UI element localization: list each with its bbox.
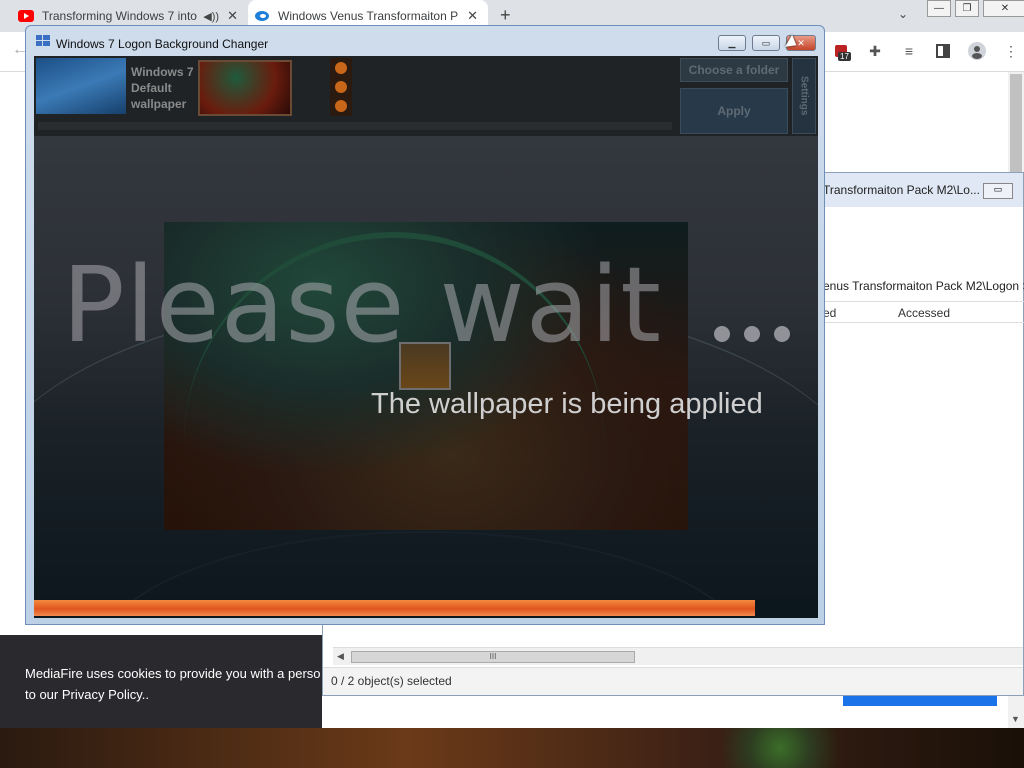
wallpaper-mini-thumbnails[interactable] [330, 58, 352, 116]
window-controls: — ❐ ✕ [927, 0, 1024, 17]
toolbar-icons: 17 ✚ ≡ ⋮ [830, 40, 1022, 62]
scrollbar-thumb[interactable] [1010, 74, 1022, 172]
column-header-accessed[interactable]: Accessed [898, 306, 950, 320]
mediafire-icon [254, 8, 270, 24]
app-client: Windows 7 Default wallpaper Choose a fol… [34, 56, 818, 618]
tab-title: Transforming Windows 7 into [42, 9, 197, 23]
explorer-title: Transformaiton Pack M2\Lo... [823, 183, 980, 197]
explorer-column-headers: ed Accessed [823, 301, 1024, 323]
explorer-statusbar: 0 / 2 object(s) selected [323, 667, 1023, 695]
apply-button[interactable]: Apply [680, 88, 788, 134]
menu-icon[interactable]: ⋮ [1000, 40, 1022, 62]
media-icon[interactable]: ≡ [898, 40, 920, 62]
loading-dots [714, 326, 790, 342]
wallpaper-thumbnail-default[interactable] [36, 58, 126, 114]
cookie-text: MediaFire uses cookies to provide you wi… [25, 663, 322, 705]
youtube-icon [18, 8, 34, 24]
thumbnail-label: Windows 7 Default wallpaper [131, 65, 194, 111]
extension-badge: 17 [838, 52, 851, 61]
windows-logo-icon [36, 35, 50, 46]
speaker-icon[interactable]: ◀)) [203, 10, 219, 23]
restore-button[interactable]: ❐ [955, 0, 979, 17]
wallpaper-strip: Windows 7 Default wallpaper Choose a fol… [34, 56, 818, 136]
please-wait-title: Please wait [62, 244, 663, 366]
preview-stage: Please wait The wallpaper is being appli… [34, 136, 818, 618]
cookie-accept-button[interactable] [843, 696, 997, 706]
tab-title: Windows Venus Transformaiton P [278, 9, 459, 23]
please-wait-subtitle: The wallpaper is being applied [371, 388, 763, 420]
explorer-hscrollbar[interactable]: ◀ III [333, 647, 1023, 665]
progress-bar [34, 600, 818, 618]
scroll-down-icon[interactable]: ▼ [1011, 714, 1020, 724]
scroll-left-icon[interactable]: ◀ [337, 651, 344, 662]
page-background-image [0, 728, 1024, 768]
column-header[interactable]: ed [823, 306, 836, 320]
close-button[interactable]: ✕ [983, 0, 1024, 17]
puzzle-icon[interactable]: ✚ [864, 40, 886, 62]
choose-folder-button[interactable]: Choose a folder [680, 58, 788, 82]
app-title: Windows 7 Logon Background Changer [56, 37, 269, 51]
chevron-down-icon[interactable]: ⌄ [898, 7, 908, 21]
cookie-banner: MediaFire uses cookies to provide you wi… [0, 635, 322, 728]
explorer-minimize-button[interactable]: ▭ [983, 183, 1013, 199]
minimize-button[interactable]: ▁ [718, 35, 746, 51]
logon-changer-window: Windows 7 Logon Background Changer ▁ ▭ ✕… [25, 25, 825, 625]
sidepanel-icon[interactable] [932, 40, 954, 62]
thumbnail-scrollbar[interactable] [38, 122, 672, 130]
close-tab-icon[interactable]: ✕ [227, 8, 238, 24]
explorer-address[interactable]: enus Transformaiton Pack M2\Logon S [823, 279, 1024, 293]
maximize-button[interactable]: ▭ [752, 35, 780, 51]
cookie-line-1: MediaFire uses cookies to provide you wi… [25, 666, 321, 681]
close-tab-icon[interactable]: ✕ [467, 8, 478, 24]
app-titlebar[interactable]: Windows 7 Logon Background Changer ▁ ▭ ✕ [26, 26, 824, 56]
cookie-line-2[interactable]: to our Privacy Policy.. [25, 684, 322, 705]
scrollbar-thumb[interactable]: III [351, 651, 635, 663]
extension-icon[interactable]: 17 [830, 40, 852, 62]
profile-icon[interactable] [966, 40, 988, 62]
new-tab-button[interactable]: + [500, 5, 511, 26]
minimize-button[interactable]: — [927, 0, 951, 17]
settings-button[interactable]: Settings [792, 58, 816, 134]
progress-fill [34, 600, 756, 616]
wallpaper-thumbnail-selected[interactable] [198, 60, 292, 116]
